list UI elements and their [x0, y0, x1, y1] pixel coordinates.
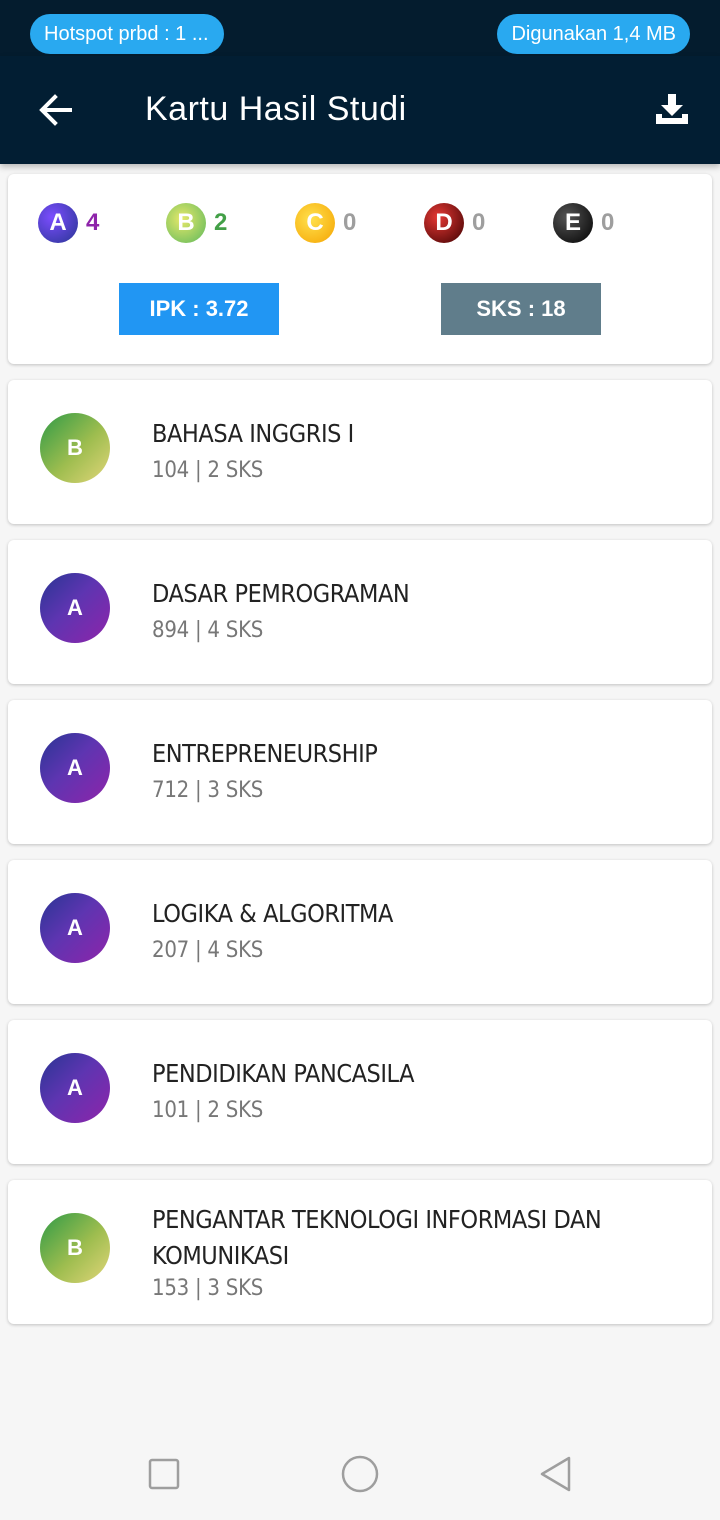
course-card[interactable]: A DASAR PEMROGRAMAN 894 | 4 SKS — [8, 540, 712, 684]
course-meta: 207 | 4 SKS — [152, 938, 264, 963]
ipk-badge: IPK : 3.72 — [119, 283, 279, 335]
grade-c-icon: C — [295, 203, 335, 243]
grade-b-count: 2 — [214, 209, 228, 236]
course-name: PENDIDIKAN PANCASILA — [152, 1059, 415, 1088]
grade-stat-c: C 0 — [295, 202, 356, 244]
download-icon — [656, 94, 688, 124]
system-nav-bar — [0, 1420, 720, 1520]
app-bar: Kartu Hasil Studi — [0, 56, 720, 164]
grade-d-count: 0 — [472, 209, 486, 236]
home-button[interactable] — [338, 1452, 382, 1496]
page-title: Kartu Hasil Studi — [145, 90, 407, 128]
course-meta: 153 | 3 SKS — [152, 1276, 264, 1301]
grade-avatar: A — [40, 733, 110, 803]
grade-e-icon: E — [553, 203, 593, 243]
course-card[interactable]: A PENDIDIKAN PANCASILA 101 | 2 SKS — [8, 1020, 712, 1164]
course-name: PENGANTAR TEKNOLOGI INFORMASI DAN KOMUNI… — [152, 1205, 602, 1270]
download-button[interactable] — [652, 90, 692, 130]
course-card[interactable]: A ENTREPRENEURSHIP 712 | 3 SKS — [8, 700, 712, 844]
grade-a-icon: A — [38, 203, 78, 243]
course-name: BAHASA INGGRIS I — [152, 419, 354, 448]
arrow-left-icon — [39, 94, 72, 126]
hotspot-pill[interactable]: Hotspot prbd : 1 ... — [30, 14, 224, 54]
grade-stat-a: A 4 — [38, 202, 99, 244]
grade-b-icon: B — [166, 203, 206, 243]
grade-a-count: 4 — [86, 209, 100, 236]
recents-button[interactable] — [142, 1452, 186, 1496]
status-bar: Hotspot prbd : 1 ... Digunakan 1,4 MB — [0, 0, 720, 56]
course-name: DASAR PEMROGRAMAN — [152, 579, 410, 608]
grade-d-icon: D — [424, 203, 464, 243]
grade-e-count: 0 — [601, 209, 615, 236]
data-usage-pill[interactable]: Digunakan 1,4 MB — [497, 14, 690, 54]
course-meta: 894 | 4 SKS — [152, 618, 264, 643]
square-icon — [148, 1458, 180, 1490]
grade-stat-b: B 2 — [166, 202, 227, 244]
triangle-back-icon — [540, 1456, 571, 1492]
grade-avatar: A — [40, 1053, 110, 1123]
course-card[interactable]: B PENGANTAR TEKNOLOGI INFORMASI DAN KOMU… — [8, 1180, 712, 1324]
grade-avatar: B — [40, 413, 110, 483]
grade-summary-card: A 4 B 2 C 0 D 0 E 0 IPK : 3.72 SKS : 18 — [8, 174, 712, 364]
grade-stat-d: D 0 — [424, 202, 485, 244]
course-meta: 101 | 2 SKS — [152, 1098, 264, 1123]
grade-avatar: A — [40, 573, 110, 643]
nav-back-button[interactable] — [534, 1452, 578, 1496]
course-meta: 712 | 3 SKS — [152, 778, 264, 803]
grade-c-count: 0 — [343, 209, 357, 236]
course-card[interactable]: B BAHASA INGGRIS I 104 | 2 SKS — [8, 380, 712, 524]
back-button[interactable] — [34, 88, 78, 132]
course-card[interactable]: A LOGIKA & ALGORITMA 207 | 4 SKS — [8, 860, 712, 1004]
sks-badge: SKS : 18 — [441, 283, 601, 335]
course-name: ENTREPRENEURSHIP — [152, 739, 378, 768]
grade-avatar: A — [40, 893, 110, 963]
circle-icon — [341, 1455, 379, 1493]
grade-avatar: B — [40, 1213, 110, 1283]
grade-stat-e: E 0 — [553, 202, 614, 244]
course-meta: 104 | 2 SKS — [152, 458, 264, 483]
course-name: LOGIKA & ALGORITMA — [152, 899, 393, 928]
